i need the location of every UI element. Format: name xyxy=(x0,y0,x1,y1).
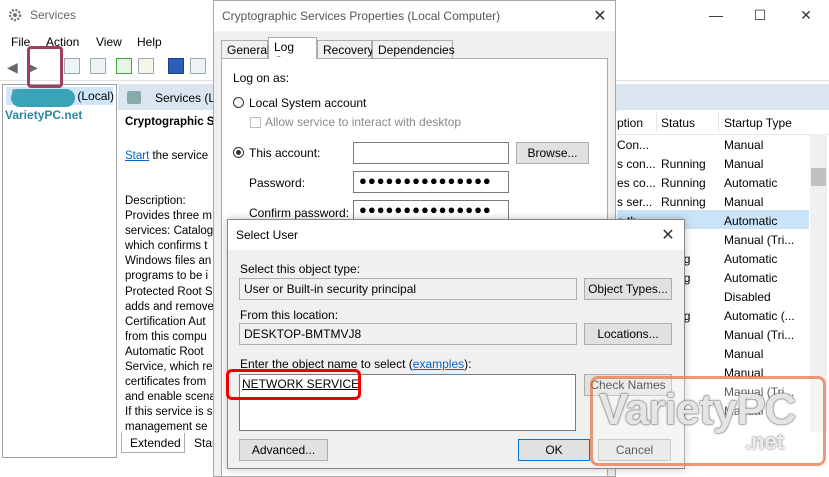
services-list-header xyxy=(617,110,829,135)
confirm-password-label: Confirm password: xyxy=(249,206,350,220)
row-cell-startup: Automatic (... xyxy=(724,309,795,323)
row-cell-status: Running xyxy=(661,195,706,209)
location-label: From this location: xyxy=(240,308,339,322)
description-line: and enable scena xyxy=(125,391,216,404)
account-input[interactable] xyxy=(353,142,509,164)
description-line: adds and remove xyxy=(125,300,214,313)
watermark-frame-icon xyxy=(27,46,63,88)
refresh-icon[interactable] xyxy=(116,58,132,74)
description-line: Automatic Root xyxy=(125,345,204,358)
column-status[interactable]: Status xyxy=(661,116,695,130)
description-line: certificates from xyxy=(125,376,207,389)
services-header-icon xyxy=(127,91,141,104)
details-header-title: Services (Lo xyxy=(155,91,222,105)
row-cell-startup: Manual xyxy=(724,347,764,361)
watermark-small-logo: VarietyPC.net xyxy=(3,40,103,130)
object-types-button[interactable]: Object Types... xyxy=(584,278,672,300)
service-name-heading: Cryptographic S xyxy=(125,116,215,128)
column-description[interactable]: ption xyxy=(617,116,643,130)
row-cell-desc: Con... xyxy=(617,138,650,152)
row-cell-startup: Disabled xyxy=(724,290,771,304)
row-cell-status: Running xyxy=(661,176,706,190)
close-button[interactable]: ✕ xyxy=(796,6,816,24)
console-tree xyxy=(2,84,117,458)
services-gear-icon xyxy=(8,8,22,22)
watermark-big-logo: VarietyPC .net xyxy=(590,376,826,466)
select-user-close-icon[interactable]: ✕ xyxy=(658,225,678,245)
watermark-big-text: VarietyPC xyxy=(599,385,796,434)
row-cell-desc: s ser... xyxy=(617,195,653,209)
description-label: Description: xyxy=(125,195,186,207)
maximize-button[interactable]: ☐ xyxy=(750,6,770,24)
tab-general[interactable]: General xyxy=(221,40,270,58)
properties-icon[interactable] xyxy=(190,58,206,74)
this-account-label: This account: xyxy=(249,146,321,160)
log-on-as-label: Log on as: xyxy=(233,71,290,85)
column-startup-type[interactable]: Startup Type xyxy=(724,116,792,130)
description-line: Protected Root S xyxy=(125,285,213,298)
description-line: from this compu xyxy=(125,330,207,343)
object-type-label: Select this object type: xyxy=(240,262,361,276)
row-cell-desc: es co... xyxy=(617,176,656,190)
examples-link[interactable]: examples xyxy=(413,357,464,371)
browse-button[interactable]: Browse... xyxy=(516,142,589,164)
minimize-button[interactable]: — xyxy=(706,6,726,24)
start-service-text: Start the service xyxy=(125,150,208,162)
tab-recovery[interactable]: Recovery xyxy=(317,40,374,58)
tab-extended-label: Extended xyxy=(130,436,181,450)
password-input[interactable]: ●●●●●●●●●●●●●●● xyxy=(353,171,509,193)
row-cell-startup: Automatic xyxy=(724,271,778,285)
advanced-button[interactable]: Advanced... xyxy=(239,439,328,461)
scrollbar-thumb[interactable] xyxy=(811,168,826,186)
row-cell-startup: Manual xyxy=(724,138,764,152)
description-line: Certification Aut xyxy=(125,315,206,328)
column-divider xyxy=(718,112,719,132)
row-cell-status: Running xyxy=(661,157,706,171)
description-line: programs to be i xyxy=(125,270,209,283)
password-label: Password: xyxy=(249,176,306,190)
select-user-title: Select User xyxy=(236,228,299,242)
object-type-field: User or Built-in security principal xyxy=(239,278,577,300)
locations-button[interactable]: Locations... xyxy=(584,323,672,345)
watermark-swoosh-icon xyxy=(11,89,75,107)
description-line: Service, which re xyxy=(125,361,213,373)
description-line: services: Catalog xyxy=(125,225,214,238)
properties-dialog-title: Cryptographic Services Properties (Local… xyxy=(222,9,501,23)
start-service-suffix: the service xyxy=(149,150,209,162)
watermark-big-sub: .net xyxy=(745,429,785,454)
watermark-small-text: VarietyPC.net xyxy=(5,108,83,122)
menu-help[interactable]: Help xyxy=(137,35,162,49)
row-cell-startup: Automatic xyxy=(724,252,778,266)
row-cell-startup: Manual xyxy=(724,195,764,209)
tab-dependencies[interactable]: Dependencies xyxy=(372,40,455,58)
local-system-radio[interactable] xyxy=(233,97,244,108)
row-cell-startup: Manual xyxy=(724,157,764,171)
start-service-link[interactable]: Start xyxy=(125,150,149,162)
services-window-title: Services xyxy=(30,8,77,22)
active-tab-joiner xyxy=(269,57,316,60)
row-cell-startup: Manual (Tri... xyxy=(724,328,795,342)
tab-log-on[interactable]: Log On xyxy=(268,37,317,68)
row-cell-startup: Manual (Tri... xyxy=(724,233,795,247)
description-line: Provides three m xyxy=(125,210,212,222)
this-account-radio[interactable] xyxy=(233,147,244,158)
row-cell-startup: Automatic xyxy=(724,176,778,190)
description-line: which confirms t xyxy=(125,240,208,253)
row-cell-desc: s con... xyxy=(617,157,656,171)
column-divider xyxy=(656,112,657,132)
export-icon[interactable] xyxy=(138,58,154,74)
row-cell-startup: Automatic xyxy=(724,214,778,228)
enter-name-suffix: ): xyxy=(464,357,472,371)
help-icon[interactable] xyxy=(168,58,184,74)
ok-button[interactable]: OK xyxy=(518,439,590,461)
allow-interact-checkbox[interactable] xyxy=(250,117,261,128)
local-system-label: Local System account xyxy=(249,96,367,110)
description-line: If this service is s xyxy=(125,406,213,419)
red-highlight-box xyxy=(226,369,361,400)
location-field: DESKTOP-BMTMVJ8 xyxy=(239,323,577,345)
description-line: Windows files an xyxy=(125,255,212,268)
allow-interact-label: Allow service to interact with desktop xyxy=(265,115,462,129)
properties-close-icon[interactable]: ✕ xyxy=(590,6,610,26)
